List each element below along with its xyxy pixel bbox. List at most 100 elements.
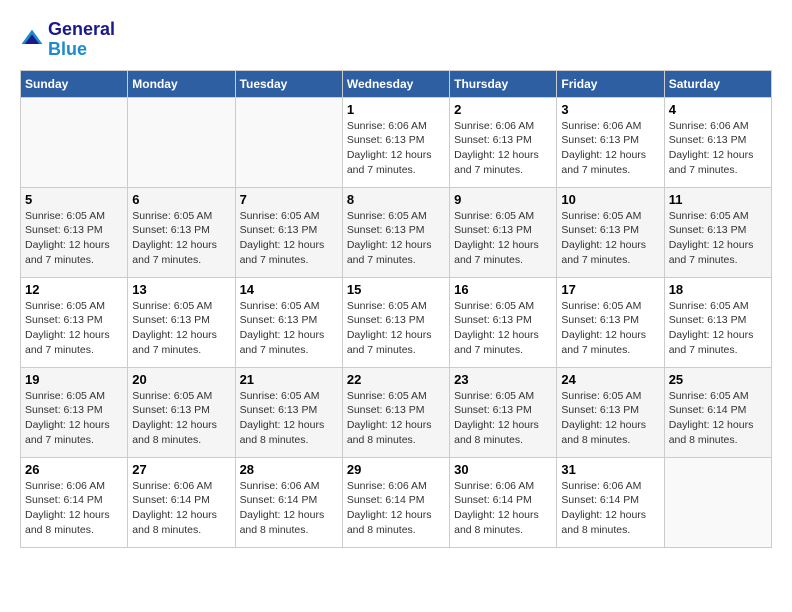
- day-number: 18: [669, 282, 767, 297]
- day-number: 3: [561, 102, 659, 117]
- dow-tuesday: Tuesday: [235, 70, 342, 97]
- day-info: Sunrise: 6:05 AMSunset: 6:13 PMDaylight:…: [347, 299, 445, 358]
- calendar-cell: [128, 97, 235, 187]
- calendar-cell: 7 Sunrise: 6:05 AMSunset: 6:13 PMDaylight…: [235, 187, 342, 277]
- day-number: 29: [347, 462, 445, 477]
- day-number: 24: [561, 372, 659, 387]
- calendar-cell: 20Sunrise: 6:05 AMSunset: 6:13 PMDayligh…: [128, 367, 235, 457]
- calendar-cell: 22 Sunrise: 6:05 AMSunset: 6:13 PMDayligh…: [342, 367, 449, 457]
- calendar-cell: 11Sunrise: 6:05 AMSunset: 6:13 PMDayligh…: [664, 187, 771, 277]
- day-number: 6: [132, 192, 230, 207]
- day-info: Sunrise: 6:06 AMSunset: 6:14 PMDaylight:…: [132, 479, 230, 538]
- week-row-5: 26 Sunrise: 6:06 AMSunset: 6:14 PMDayligh…: [21, 457, 772, 547]
- day-info: Sunrise: 6:05 AMSunset: 6:13 PMDaylight:…: [132, 389, 230, 448]
- calendar-body: 1 Sunrise: 6:06 AMSunset: 6:13 PMDaylight…: [21, 97, 772, 547]
- week-row-4: 19 Sunrise: 6:05 AMSunset: 6:13 PMDayligh…: [21, 367, 772, 457]
- dow-friday: Friday: [557, 70, 664, 97]
- calendar-cell: 28 Sunrise: 6:06 AMSunset: 6:14 PMDayligh…: [235, 457, 342, 547]
- week-row-2: 5 Sunrise: 6:05 AMSunset: 6:13 PMDaylight…: [21, 187, 772, 277]
- day-info: Sunrise: 6:05 AMSunset: 6:13 PMDaylight:…: [454, 389, 552, 448]
- day-number: 5: [25, 192, 123, 207]
- calendar-cell: 15 Sunrise: 6:05 AMSunset: 6:13 PMDayligh…: [342, 277, 449, 367]
- calendar-cell: 6Sunrise: 6:05 AMSunset: 6:13 PMDaylight…: [128, 187, 235, 277]
- day-info: Sunrise: 6:05 AMSunset: 6:13 PMDaylight:…: [669, 209, 767, 268]
- calendar-cell: [21, 97, 128, 187]
- day-info: Sunrise: 6:05 AMSunset: 6:14 PMDaylight:…: [669, 389, 767, 448]
- day-number: 2: [454, 102, 552, 117]
- calendar-cell: 13 Sunrise: 6:05 AMSunset: 6:13 PMDayligh…: [128, 277, 235, 367]
- dow-wednesday: Wednesday: [342, 70, 449, 97]
- day-number: 7: [240, 192, 338, 207]
- calendar-cell: 27Sunrise: 6:06 AMSunset: 6:14 PMDayligh…: [128, 457, 235, 547]
- day-info: Sunrise: 6:05 AMSunset: 6:13 PMDaylight:…: [347, 389, 445, 448]
- day-number: 31: [561, 462, 659, 477]
- day-info: Sunrise: 6:06 AMSunset: 6:14 PMDaylight:…: [561, 479, 659, 538]
- calendar-cell: 10 Sunrise: 6:05 AMSunset: 6:13 PMDayligh…: [557, 187, 664, 277]
- calendar-cell: 12 Sunrise: 6:05 AMSunset: 6:13 PMDayligh…: [21, 277, 128, 367]
- day-info: Sunrise: 6:05 AMSunset: 6:13 PMDaylight:…: [561, 389, 659, 448]
- dow-monday: Monday: [128, 70, 235, 97]
- day-info: Sunrise: 6:06 AMSunset: 6:13 PMDaylight:…: [669, 119, 767, 178]
- day-info: Sunrise: 6:06 AMSunset: 6:13 PMDaylight:…: [454, 119, 552, 178]
- dow-sunday: Sunday: [21, 70, 128, 97]
- day-number: 19: [25, 372, 123, 387]
- day-of-week-header-row: SundayMondayTuesdayWednesdayThursdayFrid…: [21, 70, 772, 97]
- day-number: 28: [240, 462, 338, 477]
- calendar-cell: 4 Sunrise: 6:06 AMSunset: 6:13 PMDaylight…: [664, 97, 771, 187]
- calendar-cell: 17 Sunrise: 6:05 AMSunset: 6:13 PMDayligh…: [557, 277, 664, 367]
- calendar-cell: 25 Sunrise: 6:05 AMSunset: 6:14 PMDayligh…: [664, 367, 771, 457]
- calendar-table: SundayMondayTuesdayWednesdayThursdayFrid…: [20, 70, 772, 548]
- day-info: Sunrise: 6:06 AMSunset: 6:14 PMDaylight:…: [240, 479, 338, 538]
- day-info: Sunrise: 6:05 AMSunset: 6:13 PMDaylight:…: [25, 209, 123, 268]
- day-info: Sunrise: 6:05 AMSunset: 6:13 PMDaylight:…: [347, 209, 445, 268]
- day-info: Sunrise: 6:06 AMSunset: 6:14 PMDaylight:…: [25, 479, 123, 538]
- logo: General Blue: [20, 20, 115, 60]
- day-info: Sunrise: 6:05 AMSunset: 6:13 PMDaylight:…: [240, 299, 338, 358]
- day-number: 17: [561, 282, 659, 297]
- day-number: 26: [25, 462, 123, 477]
- calendar-cell: 14 Sunrise: 6:05 AMSunset: 6:13 PMDayligh…: [235, 277, 342, 367]
- logo-text-line1: General: [48, 20, 115, 40]
- calendar-cell: 31 Sunrise: 6:06 AMSunset: 6:14 PMDayligh…: [557, 457, 664, 547]
- day-number: 30: [454, 462, 552, 477]
- calendar-cell: 5 Sunrise: 6:05 AMSunset: 6:13 PMDaylight…: [21, 187, 128, 277]
- calendar-cell: 19 Sunrise: 6:05 AMSunset: 6:13 PMDayligh…: [21, 367, 128, 457]
- day-info: Sunrise: 6:05 AMSunset: 6:13 PMDaylight:…: [132, 299, 230, 358]
- day-info: Sunrise: 6:05 AMSunset: 6:13 PMDaylight:…: [454, 209, 552, 268]
- week-row-3: 12 Sunrise: 6:05 AMSunset: 6:13 PMDayligh…: [21, 277, 772, 367]
- day-number: 12: [25, 282, 123, 297]
- day-info: Sunrise: 6:05 AMSunset: 6:13 PMDaylight:…: [669, 299, 767, 358]
- logo-text-line2: Blue: [48, 40, 115, 60]
- calendar-cell: 9Sunrise: 6:05 AMSunset: 6:13 PMDaylight…: [450, 187, 557, 277]
- day-info: Sunrise: 6:05 AMSunset: 6:13 PMDaylight:…: [25, 389, 123, 448]
- day-number: 25: [669, 372, 767, 387]
- day-info: Sunrise: 6:05 AMSunset: 6:13 PMDaylight:…: [561, 209, 659, 268]
- calendar-cell: [664, 457, 771, 547]
- day-number: 1: [347, 102, 445, 117]
- day-info: Sunrise: 6:06 AMSunset: 6:13 PMDaylight:…: [347, 119, 445, 178]
- day-number: 13: [132, 282, 230, 297]
- day-info: Sunrise: 6:05 AMSunset: 6:13 PMDaylight:…: [25, 299, 123, 358]
- day-number: 4: [669, 102, 767, 117]
- day-number: 23: [454, 372, 552, 387]
- calendar-cell: 8 Sunrise: 6:05 AMSunset: 6:13 PMDaylight…: [342, 187, 449, 277]
- day-number: 8: [347, 192, 445, 207]
- day-info: Sunrise: 6:06 AMSunset: 6:14 PMDaylight:…: [454, 479, 552, 538]
- day-info: Sunrise: 6:06 AMSunset: 6:13 PMDaylight:…: [561, 119, 659, 178]
- day-info: Sunrise: 6:05 AMSunset: 6:13 PMDaylight:…: [240, 389, 338, 448]
- logo-icon: [20, 28, 44, 52]
- day-number: 14: [240, 282, 338, 297]
- day-info: Sunrise: 6:05 AMSunset: 6:13 PMDaylight:…: [240, 209, 338, 268]
- day-number: 21: [240, 372, 338, 387]
- calendar-cell: 23 Sunrise: 6:05 AMSunset: 6:13 PMDayligh…: [450, 367, 557, 457]
- day-info: Sunrise: 6:05 AMSunset: 6:13 PMDaylight:…: [561, 299, 659, 358]
- day-number: 22: [347, 372, 445, 387]
- week-row-1: 1 Sunrise: 6:06 AMSunset: 6:13 PMDaylight…: [21, 97, 772, 187]
- day-number: 10: [561, 192, 659, 207]
- calendar-cell: 1 Sunrise: 6:06 AMSunset: 6:13 PMDaylight…: [342, 97, 449, 187]
- calendar-cell: 30 Sunrise: 6:06 AMSunset: 6:14 PMDayligh…: [450, 457, 557, 547]
- calendar-cell: 3 Sunrise: 6:06 AMSunset: 6:13 PMDaylight…: [557, 97, 664, 187]
- dow-saturday: Saturday: [664, 70, 771, 97]
- day-number: 15: [347, 282, 445, 297]
- day-info: Sunrise: 6:06 AMSunset: 6:14 PMDaylight:…: [347, 479, 445, 538]
